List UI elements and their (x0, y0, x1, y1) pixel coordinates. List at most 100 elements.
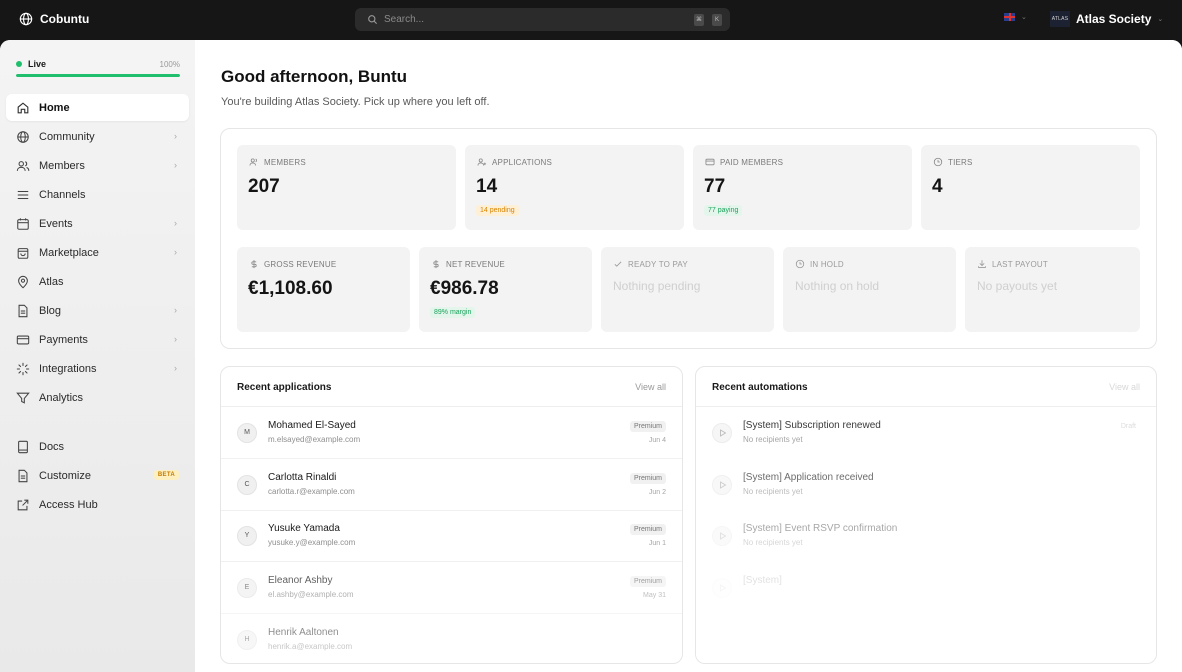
application-row[interactable]: H Henrik Aaltonen henrik.a@example.com (221, 614, 682, 663)
automation-name: [System] (743, 575, 782, 586)
sidebar-item-label: Payments (39, 333, 88, 346)
download-icon (978, 260, 986, 268)
stat-value: €986.78 (430, 278, 499, 299)
status-dot (16, 61, 22, 67)
search-bar[interactable]: ⌘ K (355, 8, 730, 31)
stat-card-net-revenue[interactable]: NET REVENUE €986.78 89% margin (419, 247, 592, 332)
search-input[interactable] (384, 14, 686, 25)
stat-label-text: PAID MEMBERS (720, 157, 784, 167)
language-selector[interactable]: ⌄ (1004, 13, 1027, 21)
sidebar-item-marketplace[interactable]: Marketplace › (6, 239, 189, 266)
automation-row[interactable]: [System] Event RSVP confirmation No reci… (696, 510, 1156, 562)
stat-card-tiers[interactable]: TIERS 4 (921, 145, 1140, 230)
sidebar-item-atlas[interactable]: Atlas (6, 268, 189, 295)
beta-badge: BETA (153, 470, 179, 480)
status-progress-bar (16, 74, 180, 77)
sidebar-item-label: Home (39, 101, 70, 114)
shortcut-key-k: K (712, 13, 722, 26)
stat-empty-text: No payouts yet (977, 279, 1058, 293)
tier-badge: Premium (629, 576, 666, 587)
sidebar-item-payments[interactable]: Payments › (6, 326, 189, 353)
stat-label: IN HOLD (795, 259, 844, 269)
external-link-icon (17, 499, 29, 510)
stat-value: 4 (932, 176, 943, 197)
users-icon (249, 158, 258, 166)
clock-icon (933, 157, 943, 167)
stat-label-text: NET REVENUE (446, 259, 505, 269)
sidebar-item-label: Blog (39, 304, 62, 317)
stat-card-gross-revenue[interactable]: GROSS REVENUE €1,108.60 (237, 247, 410, 332)
sidebar-item-home[interactable]: Home (6, 94, 189, 121)
avatar: Y (237, 526, 257, 546)
brand[interactable]: Cobuntu (19, 12, 89, 26)
sidebar-item-label: Docs (39, 440, 65, 453)
org-switcher[interactable]: ATLAS Atlas Society ⌄ (1050, 11, 1163, 27)
stat-card-paid-members[interactable]: PAID MEMBERS 77 77 paying (693, 145, 912, 230)
automation-status: Draft (1120, 423, 1136, 430)
stat-card-members[interactable]: MEMBERS 207 (237, 145, 456, 230)
sidebar-item-channels[interactable]: Channels (6, 181, 189, 208)
stat-value: 207 (248, 176, 280, 197)
application-date: Jun 1 (648, 540, 666, 547)
credit-card-icon (16, 335, 30, 344)
sidebar-item-community[interactable]: Community › (6, 123, 189, 150)
automation-row[interactable]: [System] (696, 562, 1156, 614)
application-row[interactable]: Y Yusuke Yamada yusuke.y@example.com Pre… (221, 510, 682, 562)
application-row[interactable]: C Carlotta Rinaldi carlotta.r@example.co… (221, 459, 682, 511)
stat-label: MEMBERS (249, 157, 306, 167)
application-row[interactable]: M Mohamed El-Sayed m.elsayed@example.com… (221, 407, 682, 459)
sidebar-item-access-hub[interactable]: Access Hub (6, 491, 189, 518)
check-icon (614, 261, 622, 267)
tier-badge: Premium (629, 524, 666, 535)
application-row[interactable]: E Eleanor Ashby el.ashby@example.com Pre… (221, 562, 682, 614)
chevron-right-icon: › (174, 160, 177, 170)
chevron-down-icon: ⌄ (1021, 14, 1027, 21)
sidebar-item-label: Integrations (39, 362, 97, 375)
stat-card-applications[interactable]: APPLICATIONS 14 14 pending (465, 145, 684, 230)
stat-label: NET REVENUE (431, 259, 505, 269)
view-all-automations-link[interactable]: View all (1109, 382, 1140, 392)
sidebar-item-integrations[interactable]: Integrations › (6, 355, 189, 382)
applicant-name: Mohamed El-Sayed (268, 420, 356, 431)
chevron-right-icon: › (174, 334, 177, 344)
automation-row[interactable]: [System] Subscription renewed No recipie… (696, 407, 1156, 459)
view-all-applications-link[interactable]: View all (635, 382, 666, 392)
stat-label-text: MEMBERS (264, 157, 306, 167)
pending-badge: 14 pending (476, 205, 519, 216)
automation-row[interactable]: [System] Application received No recipie… (696, 459, 1156, 511)
sidebar-item-label: Events (39, 217, 73, 230)
stat-label-text: TIERS (948, 157, 973, 167)
avatar: H (237, 630, 257, 650)
stat-label-text: READY TO PAY (628, 259, 688, 269)
app-shell: Live 100% Home Community › Members › Cha… (0, 40, 1182, 672)
page-subtitle: You're building Atlas Society. Pick up w… (221, 96, 490, 108)
automation-name: [System] Event RSVP confirmation (743, 523, 898, 534)
panel-title: Recent applications (237, 382, 332, 393)
sidebar-item-blog[interactable]: Blog › (6, 297, 189, 324)
chevron-down-icon: ⌄ (1157, 16, 1164, 23)
sidebar-item-docs[interactable]: Docs (6, 433, 189, 460)
applicant-email: carlotta.r@example.com (268, 487, 355, 496)
stat-card-last-payout[interactable]: LAST PAYOUT No payouts yet (965, 247, 1140, 332)
stat-card-ready-to-pay[interactable]: READY TO PAY Nothing pending (601, 247, 774, 332)
stat-card-in-hold[interactable]: IN HOLD Nothing on hold (783, 247, 956, 332)
menu-icon (17, 190, 29, 199)
sidebar-item-customize[interactable]: Customize BETA (6, 462, 189, 489)
tier-badge: Premium (629, 421, 666, 432)
sidebar-item-members[interactable]: Members › (6, 152, 189, 179)
sidebar-item-events[interactable]: Events › (6, 210, 189, 237)
sidebar-item-label: Channels (39, 188, 86, 201)
sidebar: Live 100% Home Community › Members › Cha… (0, 40, 195, 672)
chevron-right-icon: › (174, 305, 177, 315)
user-plus-icon (477, 158, 487, 166)
automation-recipients: No recipients yet (743, 538, 803, 547)
applicant-email: henrik.a@example.com (268, 642, 353, 651)
chevron-right-icon: › (174, 218, 177, 228)
users-icon (16, 160, 30, 171)
org-logo: ATLAS (1050, 11, 1070, 27)
sidebar-item-label: Members (39, 159, 85, 172)
stat-label: LAST PAYOUT (977, 259, 1048, 269)
sidebar-item-analytics[interactable]: Analytics (6, 384, 189, 411)
home-icon (17, 101, 29, 113)
file-text-icon (18, 304, 28, 317)
